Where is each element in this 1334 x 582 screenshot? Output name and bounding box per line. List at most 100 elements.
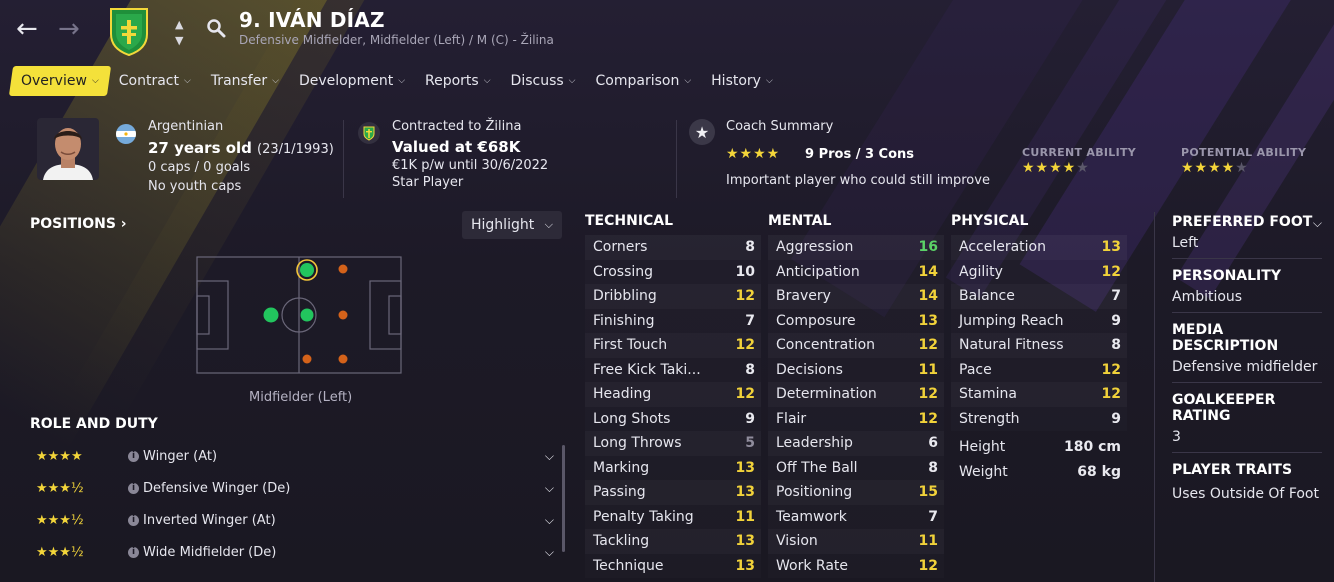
info-icon[interactable]: i [128,546,139,558]
highlight-dropdown[interactable]: Highlight ⌵ [462,211,562,239]
chevron-down-icon[interactable]: ▼ [175,34,183,47]
role-label: Wide Midfielder (De) [143,544,277,560]
search-icon[interactable] [206,18,226,42]
tab-overview[interactable]: Overview ⌵ [8,66,111,96]
attribute-row[interactable]: Positioning 15 [768,480,944,505]
youth-caps: No youth caps [148,179,242,194]
attribute-name: Decisions [776,361,843,378]
attribute-row[interactable]: Corners 8 [585,235,761,260]
attribute-row[interactable]: Concentration 12 [768,333,944,358]
attribute-value: 13 [1101,239,1121,256]
tab-reports[interactable]: Reports ⌵ [415,66,501,96]
role-stars: ★★★½ [36,512,84,528]
attribute-name: Dribbling [593,288,657,305]
role-stars: ★★★½ [36,480,84,496]
attribute-row[interactable]: Aggression 16 [768,235,944,260]
tab-discuss[interactable]: Discuss ⌵ [501,66,586,96]
attribute-name: Stamina [959,386,1017,403]
role-item[interactable]: ★★★★ i Winger (At) ⌵ [36,440,554,472]
attribute-row[interactable]: Flair 12 [768,407,944,432]
attribute-row[interactable]: Off The Ball 8 [768,456,944,481]
tab-development[interactable]: Development ⌵ [289,66,415,96]
attribute-row[interactable]: First Touch 12 [585,333,761,358]
attribute-row[interactable]: Passing 13 [585,480,761,505]
attribute-row[interactable]: Bravery 14 [768,284,944,309]
coach-pros-cons[interactable]: 9 Pros / 3 Cons [805,147,914,162]
positions-title[interactable]: POSITIONS › [30,216,127,232]
chevron-down-icon[interactable]: ⌵ [545,513,554,528]
role-item[interactable]: ★★★½ i Wide Midfielder (De) ⌵ [36,536,554,568]
attribute-name: Long Throws [593,435,682,452]
attribute-row[interactable]: Crossing 10 [585,260,761,285]
chevron-down-icon[interactable]: ⌵ [545,545,554,560]
attribute-row[interactable]: Agility 12 [951,260,1127,285]
attribute-row[interactable]: Free Kick Taki... 8 [585,358,761,383]
physical-title: PHYSICAL [951,213,1029,229]
tab-comparison[interactable]: Comparison ⌵ [586,66,702,96]
personality-title: PERSONALITY [1172,268,1281,284]
role-item[interactable]: ★★★½ i Inverted Winger (At) ⌵ [36,504,554,536]
attribute-row[interactable]: Composure 13 [768,309,944,334]
attribute-row[interactable]: Finishing 7 [585,309,761,334]
chevron-up-icon[interactable]: ▲ [175,18,183,31]
attribute-value: 12 [918,386,938,403]
info-icon[interactable]: i [128,482,139,494]
attribute-row[interactable]: Technique 13 [585,554,761,579]
attribute-row[interactable]: Leadership 6 [768,431,944,456]
player-traits-value: Uses Outside Of Foot [1172,486,1319,502]
chevron-down-icon[interactable]: ⌵ [1313,216,1322,231]
attribute-name: Pace [959,361,992,378]
tab-history[interactable]: History ⌵ [701,66,783,96]
attribute-value: 8 [1111,337,1121,354]
nav-tabs: Overview ⌵ Contract ⌵ Transfer ⌵ Developmen… [8,66,783,96]
attribute-row[interactable]: Marking 13 [585,456,761,481]
role-item[interactable]: ★★★½ i Defensive Winger (De) ⌵ [36,472,554,504]
attribute-value: 12 [735,337,755,354]
role-list-scrollbar[interactable] [562,445,565,552]
current-ability-stars: ★★★★★ [1022,160,1090,176]
attribute-row[interactable]: Jumping Reach 9 [951,309,1127,334]
attribute-row[interactable]: Vision 11 [768,529,944,554]
attribute-row[interactable]: Pace 12 [951,358,1127,383]
attribute-row[interactable]: Tackling 13 [585,529,761,554]
attribute-row[interactable]: Penalty Taking 11 [585,505,761,530]
attribute-row[interactable]: Anticipation 14 [768,260,944,285]
player-switch-arrows[interactable]: ▲ ▼ [175,18,183,47]
attribute-row[interactable]: Work Rate 12 [768,554,944,579]
attribute-name: Corners [593,239,648,256]
attribute-name: Off The Ball [776,459,858,476]
position-aml-marker [338,264,348,274]
tab-transfer[interactable]: Transfer ⌵ [201,66,289,96]
attribute-row[interactable]: Dribbling 12 [585,284,761,309]
attribute-name: Anticipation [776,263,860,280]
attribute-value: 5 [745,435,755,452]
attribute-row[interactable]: Determination 12 [768,382,944,407]
chevron-down-icon[interactable]: ⌵ [545,481,554,496]
attribute-row[interactable]: Acceleration 13 [951,235,1127,260]
forward-arrow-icon[interactable]: → [58,14,80,44]
mental-column: MENTAL Aggression 16 Anticipation 14 Bravery… [768,213,944,578]
preferred-foot-block: PREFERRED FOOT ⌵ Left [1172,214,1322,259]
attribute-value: 7 [745,312,755,329]
info-icon[interactable]: i [128,450,139,462]
chevron-down-icon[interactable]: ⌵ [545,449,554,464]
chevron-down-icon: ⌵ [568,76,576,86]
attribute-row[interactable]: Stamina 12 [951,382,1127,407]
tab-contract[interactable]: Contract ⌵ [109,66,201,96]
current-ability-label: CURRENT ABILITY [1022,146,1137,159]
club-badge-icon[interactable] [108,6,150,57]
position-dm-marker [263,307,279,323]
chevron-right-icon: › [120,216,127,232]
attribute-row[interactable]: Balance 7 [951,284,1127,309]
attribute-row[interactable]: Long Throws 5 [585,431,761,456]
attribute-row[interactable]: Long Shots 9 [585,407,761,432]
attribute-row[interactable]: Teamwork 7 [768,505,944,530]
weight-value: 68 kg [1077,463,1121,480]
back-arrow-icon[interactable]: ← [16,14,38,44]
attribute-row[interactable]: Natural Fitness 8 [951,333,1127,358]
attribute-row[interactable]: Decisions 11 [768,358,944,383]
attribute-value: 11 [918,361,938,378]
info-icon[interactable]: i [128,514,139,526]
attribute-row[interactable]: Strength 9 [951,407,1127,432]
attribute-row[interactable]: Heading 12 [585,382,761,407]
